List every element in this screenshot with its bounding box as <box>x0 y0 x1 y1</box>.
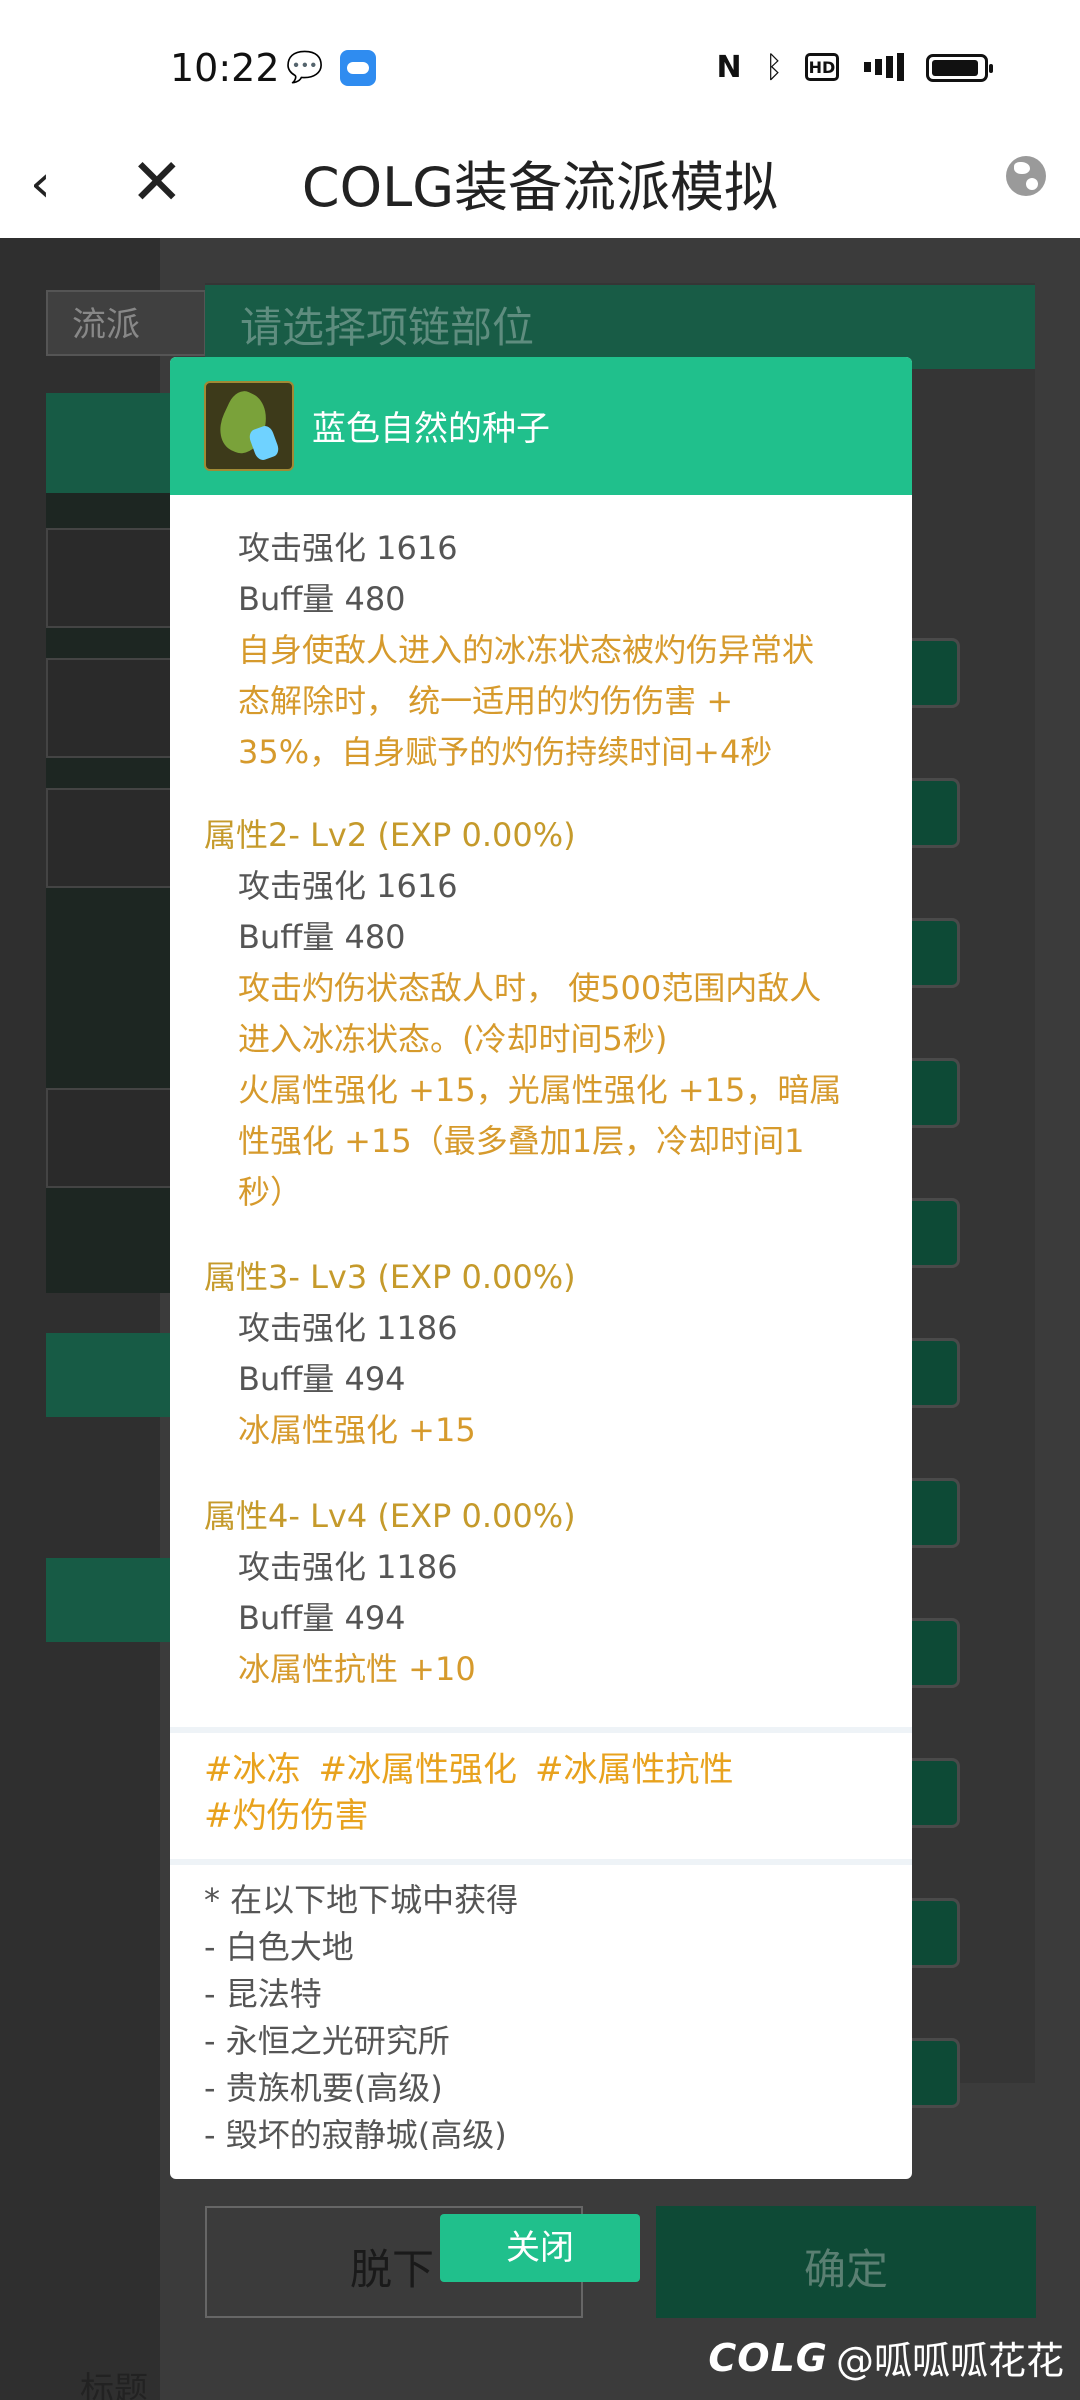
tag[interactable]: #灼伤伤害 <box>204 1796 369 1836</box>
attr2-stat: 攻击强化 1616 <box>238 867 458 905</box>
modal-header: 蓝色自然的种子 <box>170 357 912 495</box>
attr4-effect: 冰属性抗性 +10 <box>238 1650 476 1688</box>
item-tags: #冰冻 #冰属性强化 #冰属性抗性 #灼伤伤害 <box>204 1747 894 1839</box>
bg-slot <box>46 528 186 628</box>
bg-slot <box>46 1088 186 1188</box>
page-title: COLG装备流派模拟 <box>301 156 779 219</box>
watermark: COLG @呱呱呱花花 <box>708 2330 1064 2385</box>
attr2-effect: 攻击灼伤状态敌人时， 使500范围内敌人 <box>238 969 822 1007</box>
attr2-effect: 性强化 +15（最多叠加1层，冷却时间1 <box>238 1122 805 1160</box>
divider <box>170 1859 912 1865</box>
colg-logo: COLG <box>708 2335 828 2380</box>
attr4-stat: Buff量 494 <box>238 1599 406 1637</box>
attr1-stat: Buff量 480 <box>238 580 406 618</box>
hd-icon: HD <box>805 53 839 81</box>
source-line: - 贵族机要(高级) <box>204 2069 443 2107</box>
attr2-stat: Buff量 480 <box>238 918 406 956</box>
divider <box>170 1727 912 1733</box>
source-line: * 在以下地下城中获得 <box>204 1881 519 1919</box>
tag[interactable]: #冰属性强化 <box>319 1750 518 1790</box>
weather-icon <box>340 50 376 86</box>
attr1-effect: 态解除时， 统一适用的灼伤伤害 + <box>238 682 734 720</box>
bluetooth-icon: ᛒ <box>765 49 783 85</box>
attr2-effect: 进入冰冻状态。(冷却时间5秒) <box>238 1020 668 1058</box>
attr3-effect: 冰属性强化 +15 <box>238 1411 476 1449</box>
bg-confirm-label: 确定 <box>803 2245 888 2294</box>
item-icon <box>204 381 294 471</box>
drop-source-list: * 在以下地下城中获得 - 白色大地 - 昆法特 - 永恒之光研究所 - 贵族机… <box>204 1877 518 2159</box>
signal-4g-icon <box>856 48 916 86</box>
attr2-effect: 火属性强化 +15，光属性强化 +15，暗属 <box>238 1071 842 1109</box>
globe-icon[interactable] <box>1006 156 1046 196</box>
item-name: 蓝色自然的种子 <box>312 409 550 449</box>
tag[interactable]: #冰冻 <box>204 1750 301 1790</box>
item-detail-modal: 蓝色自然的种子 攻击强化 1616 Buff量 480 自身使敌人进入的冰冻状态… <box>170 357 912 2179</box>
watermark-text: @呱呱呱花花 <box>835 2339 1064 2383</box>
bg-section-header-text: 请选择项链部位 <box>240 303 535 352</box>
bg-slot <box>46 788 186 888</box>
attr4-stat: 攻击强化 1186 <box>238 1548 458 1586</box>
attr3-stat: 攻击强化 1186 <box>238 1309 458 1347</box>
attr1-stat: 攻击强化 1616 <box>238 529 458 567</box>
status-bar: 10:22 💬 N ᛒ HD <box>0 0 1080 138</box>
close-modal-button[interactable]: 关闭 <box>440 2214 640 2282</box>
wechat-icon: 💬 <box>286 49 324 85</box>
tag[interactable]: #冰属性抗性 <box>535 1750 734 1790</box>
nfc-icon: N <box>716 49 742 85</box>
bg-footer-label: 标题 <box>80 2370 148 2400</box>
source-line: - 昆法特 <box>204 1975 322 2013</box>
attr1-effect: 自身使敌人进入的冰冻状态被灼伤异常状 <box>238 631 815 669</box>
bg-unequip-label: 脱下 <box>350 2245 435 2294</box>
bg-tab: 流派 <box>46 290 206 356</box>
battery-icon <box>926 54 993 82</box>
title-bar: ‹ ✕ COLG装备流派模拟 <box>0 138 1080 238</box>
source-line: - 永恒之光研究所 <box>204 2022 450 2060</box>
attr2-title: 属性2- Lv2 (EXP 0.00%) <box>204 816 576 854</box>
attr1-effect: 35%，自身赋予的灼伤持续时间+4秒 <box>238 733 773 771</box>
status-time: 10:22 <box>170 46 280 90</box>
attr3-title: 属性3- Lv3 (EXP 0.00%) <box>204 1258 576 1296</box>
bg-slot <box>46 658 186 758</box>
attr4-title: 属性4- Lv4 (EXP 0.00%) <box>204 1497 576 1535</box>
source-line: - 毁坏的寂静城(高级) <box>204 2116 507 2154</box>
attr3-stat: Buff量 494 <box>238 1360 406 1398</box>
source-line: - 白色大地 <box>204 1928 354 1966</box>
attr2-effect: 秒） <box>238 1173 303 1211</box>
